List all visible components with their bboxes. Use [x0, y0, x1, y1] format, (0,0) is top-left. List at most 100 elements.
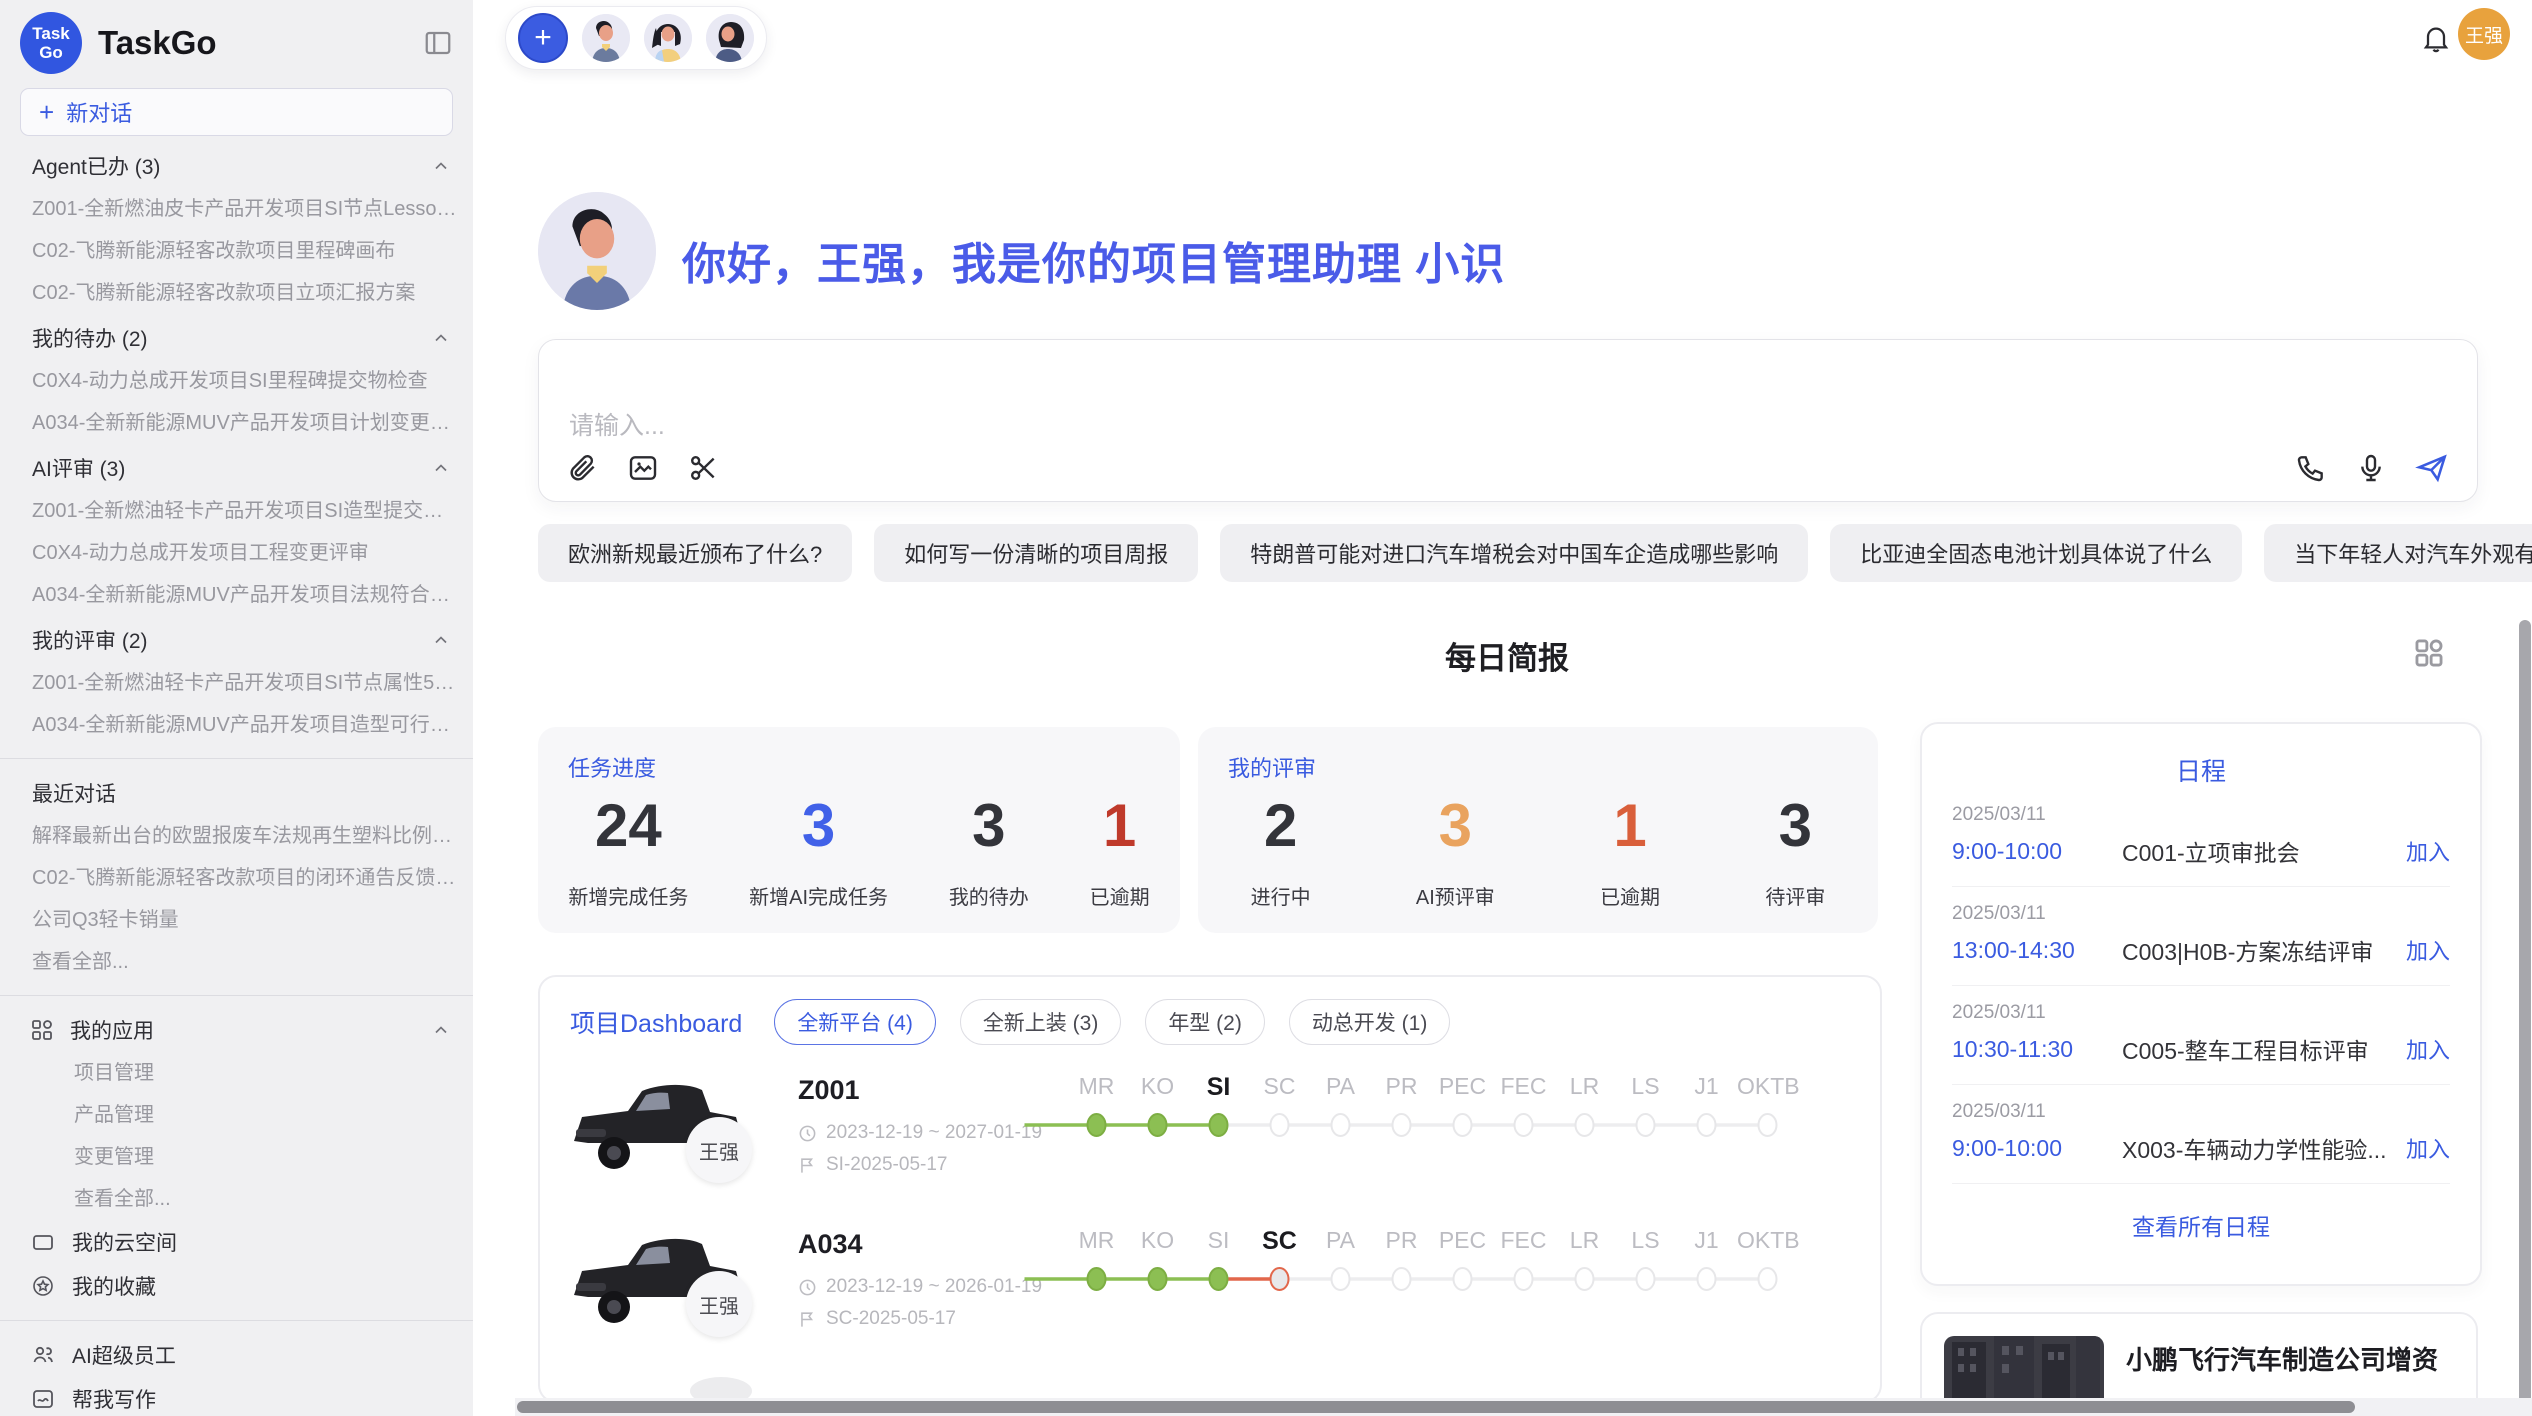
section-my-todo[interactable]: 我的待办 (2) — [0, 316, 473, 360]
recent-view-all[interactable]: 查看全部... — [0, 941, 473, 983]
conversation-item[interactable]: A034-全新新能源MUV产品开发项目造型可行性评审 — [0, 704, 473, 746]
milestone-dot — [1210, 1268, 1228, 1290]
milestone-track: MRKOSISCPAPRPECFECLRLSJ1OKTB — [1066, 1225, 1862, 1305]
stat: 3 我的待办 — [949, 793, 1029, 910]
chevron-up-icon[interactable] — [431, 1020, 451, 1040]
task-progress-card: 任务进度 24 新增完成任务 3 新增AI完成任务 3 我的待办 1 已逾期 — [538, 727, 1180, 933]
recent-item[interactable]: C02-飞腾新能源轻客改款项目的闭环通告反馈情况 — [0, 857, 473, 899]
section-label: 我的应用 — [70, 1015, 154, 1045]
milestone-dot — [1637, 1114, 1655, 1136]
owner-badge: 王强 — [686, 1271, 752, 1337]
user-avatar[interactable]: 王强 — [2458, 8, 2510, 60]
chat-input-placeholder[interactable]: 请输入... — [539, 340, 2477, 442]
milestone-label: LS — [1615, 1227, 1676, 1256]
briefing-layout-icon[interactable] — [2412, 636, 2446, 670]
chevron-up-icon[interactable] — [431, 156, 451, 176]
conversation-item[interactable]: C02-飞腾新能源轻客改款项目立项汇报方案 — [0, 272, 473, 314]
milestone-dot — [1759, 1268, 1777, 1290]
sidebar-item-favorites[interactable]: 我的收藏 — [0, 1264, 473, 1308]
collapse-sidebar-icon[interactable] — [423, 28, 453, 58]
schedule-event[interactable]: 2025/03/11 9:00-10:00 X003-车辆动力学性能验... 加… — [1952, 1085, 2450, 1184]
suggestion-chip[interactable]: 欧洲新规最近颁布了什么? — [538, 524, 852, 582]
join-link[interactable]: 加入 — [2406, 934, 2450, 966]
project-row[interactable]: 王强 Z001 2023-12-19 ~ 2027-01-19 SI-2025-… — [540, 1045, 1880, 1199]
project-row[interactable]: 王强 A034 2023-12-19 ~ 2026-01-19 SC-2025-… — [540, 1199, 1880, 1353]
new-chat-button[interactable]: + 新对话 — [20, 88, 453, 136]
horizontal-scrollbar-thumb[interactable] — [517, 1401, 2355, 1413]
suggestion-chip[interactable]: 如何写一份清晰的项目周报 — [874, 524, 1198, 582]
stat-value: 1 — [1103, 793, 1136, 859]
section-ai-review[interactable]: AI评审 (3) — [0, 446, 473, 490]
view-all-schedule-link[interactable]: 查看所有日程 — [1922, 1208, 2480, 1242]
stat-value: 24 — [595, 793, 662, 859]
milestone-label: LR — [1554, 1227, 1615, 1256]
conversation-item[interactable]: A034-全新新能源MUV产品开发项目计划变更表编写 — [0, 402, 473, 444]
help-write-label: 帮我写作 — [72, 1384, 156, 1414]
image-icon[interactable] — [627, 452, 659, 484]
conversation-item[interactable]: Z001-全新燃油皮卡产品开发项目SI节点Lesson Learn报告 — [0, 188, 473, 230]
milestone-dot — [1698, 1114, 1716, 1136]
app-item-product-mgmt[interactable]: 产品管理 — [0, 1094, 473, 1136]
milestone-dot — [1393, 1268, 1411, 1290]
add-agent-button[interactable]: + — [518, 13, 568, 63]
ai-super-staff-label: AI超级员工 — [72, 1340, 176, 1370]
milestone-label: J1 — [1676, 1073, 1737, 1102]
conversation-item[interactable]: C02-飞腾新能源轻客改款项目里程碑画布 — [0, 230, 473, 272]
project-name: Z001 — [798, 1075, 1066, 1106]
tab-year-model[interactable]: 年型 (2) — [1145, 999, 1265, 1045]
tab-all-new-body[interactable]: 全新上装 (3) — [960, 999, 1122, 1045]
project-dashboard-card: 项目Dashboard 全新平台 (4) 全新上装 (3) 年型 (2) 动总开… — [538, 975, 1882, 1403]
chevron-up-icon[interactable] — [431, 328, 451, 348]
send-icon[interactable] — [2415, 451, 2449, 485]
suggestion-chip[interactable]: 比亚迪全固态电池计划具体说了什么 — [1830, 524, 2242, 582]
milestone-label: PA — [1310, 1073, 1371, 1102]
sidebar-item-ai-super-staff[interactable]: AI超级员工 — [0, 1333, 473, 1377]
microphone-icon[interactable] — [2355, 452, 2387, 484]
conversation-item[interactable]: A034-全新新能源MUV产品开发项目法规符合性评审 — [0, 574, 473, 616]
agent-avatar-3[interactable] — [706, 14, 754, 62]
join-link[interactable]: 加入 — [2406, 1132, 2450, 1164]
tab-powertrain-dev[interactable]: 动总开发 (1) — [1289, 999, 1451, 1045]
chevron-up-icon[interactable] — [431, 630, 451, 650]
vertical-scrollbar-thumb[interactable] — [2519, 620, 2531, 1410]
sidebar-item-help-write[interactable]: 帮我写作 — [0, 1377, 473, 1416]
stat: 24 新增完成任务 — [568, 793, 688, 910]
notification-bell-icon[interactable] — [2420, 22, 2452, 54]
sidebar-item-cloud-space[interactable]: 我的云空间 — [0, 1220, 473, 1264]
apps-view-all[interactable]: 查看全部... — [0, 1178, 473, 1220]
milestone-track: MRKOSISCPAPRPECFECLRLSJ1OKTB — [1066, 1071, 1862, 1151]
conversation-item[interactable]: Z001-全新燃油轻卡产品开发项目SI节点属性5D文件评审 — [0, 662, 473, 704]
schedule-event[interactable]: 2025/03/11 10:30-11:30 C005-整车工程目标评审 加入 — [1952, 986, 2450, 1085]
conversation-item[interactable]: C0X4-动力总成开发项目工程变更评审 — [0, 532, 473, 574]
app-item-change-mgmt[interactable]: 变更管理 — [0, 1136, 473, 1178]
conversation-item[interactable]: Z001-全新燃油轻卡产品开发项目SI造型提交物评审 — [0, 490, 473, 532]
attachment-icon[interactable] — [567, 452, 599, 484]
section-my-review[interactable]: 我的评审 (2) — [0, 618, 473, 662]
suggestion-chip[interactable]: 特朗普可能对进口汽车增税会对中国车企造成哪些影响 — [1220, 524, 1808, 582]
section-agent-done[interactable]: Agent已办 (3) — [0, 144, 473, 188]
phone-icon[interactable] — [2295, 452, 2327, 484]
sidebar-scroll: Agent已办 (3) Z001-全新燃油皮卡产品开发项目SI节点Lesson … — [0, 144, 473, 1416]
section-my-apps[interactable]: 我的应用 — [0, 1008, 473, 1052]
agent-avatar-1[interactable] — [582, 14, 630, 62]
divider — [0, 1320, 473, 1321]
app-item-project-mgmt[interactable]: 项目管理 — [0, 1052, 473, 1094]
conversation-item[interactable]: C0X4-动力总成开发项目SI里程碑提交物检查 — [0, 360, 473, 402]
clock-icon — [798, 1278, 817, 1297]
recent-item[interactable]: 解释最新出台的欧盟报废车法规再生塑料比例被调至15%... — [0, 815, 473, 857]
chevron-up-icon[interactable] — [431, 458, 451, 478]
tab-all-new-platform[interactable]: 全新平台 (4) — [774, 999, 936, 1045]
join-link[interactable]: 加入 — [2406, 1033, 2450, 1065]
suggestion-chip[interactable]: 当下年轻人对汽车外观有怎样的喜好趋势 — [2264, 524, 2532, 582]
event-time: 9:00-10:00 — [1952, 1135, 2122, 1162]
scissors-icon[interactable] — [687, 452, 719, 484]
horizontal-scrollbar[interactable] — [515, 1398, 2532, 1416]
schedule-event[interactable]: 2025/03/11 9:00-10:00 C001-立项审批会 加入 — [1952, 788, 2450, 887]
chat-input-card[interactable]: 请输入... — [538, 339, 2478, 502]
recent-item[interactable]: 公司Q3轻卡销量 — [0, 899, 473, 941]
join-link[interactable]: 加入 — [2406, 835, 2450, 867]
stat-label: 已逾期 — [1090, 881, 1150, 910]
agent-avatar-2[interactable] — [644, 14, 692, 62]
milestone-dot — [1637, 1268, 1655, 1290]
schedule-event[interactable]: 2025/03/11 13:00-14:30 C003|H0B-方案冻结评审 加… — [1952, 887, 2450, 986]
